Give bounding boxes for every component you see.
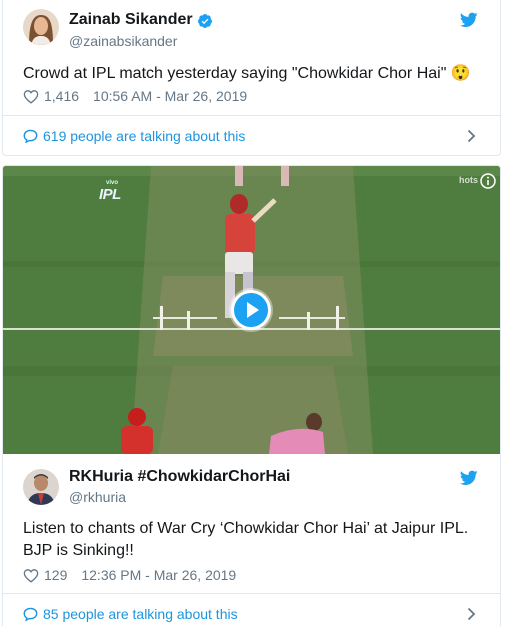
display-name[interactable]: RKHuria #ChowkidarChorHai [69,468,290,486]
user-handle[interactable]: @rkhuria [69,489,126,505]
tweet-meta: 1,416 10:56 AM - Mar 26, 2019 [23,88,247,104]
tweet-card-zainab[interactable]: Zainab Sikander @zainabsikander Crowd at… [2,0,501,156]
speech-bubble-icon [23,607,38,621]
play-icon [234,293,268,327]
avatar[interactable] [23,469,59,505]
info-icon[interactable] [480,173,496,189]
avatar[interactable] [23,9,59,45]
ipl-logo: vivo IPL [99,180,121,203]
heart-icon[interactable] [23,568,39,583]
play-button[interactable] [231,290,271,330]
verified-badge-icon [197,14,212,28]
divider [3,115,500,116]
talking-count[interactable]: 85 people are talking about this [43,606,238,622]
video-player[interactable]: vivo IPL hots [3,166,500,454]
divider [3,593,500,594]
talking-count[interactable]: 619 people are talking about this [43,128,245,144]
user-handle[interactable]: @zainabsikander [69,33,177,49]
tweet-timestamp[interactable]: 12:36 PM - Mar 26, 2019 [81,567,236,583]
twitter-bird-icon[interactable] [460,12,478,28]
display-name[interactable]: Zainab Sikander [69,11,193,29]
chevron-right-icon[interactable] [467,607,476,621]
broadcaster-watermark: hots [459,175,478,185]
chevron-right-icon[interactable] [467,129,476,143]
speech-bubble-icon [23,129,38,143]
tweet-text: Listen to chants of War Cry ‘Chowkidar C… [23,520,469,559]
heart-icon[interactable] [23,89,39,104]
tweet-text: Crowd at IPL match yesterday saying "Cho… [23,65,471,82]
tweet-card-rkhuria[interactable]: vivo IPL hots RKHuria #ChowkidarChorHai … [2,165,501,626]
like-count[interactable]: 1,416 [44,88,79,104]
twitter-bird-icon[interactable] [460,470,478,486]
conversation-link[interactable]: 85 people are talking about this [23,604,480,624]
tweet-timestamp[interactable]: 10:56 AM - Mar 26, 2019 [93,88,247,104]
tweet-meta: 129 12:36 PM - Mar 26, 2019 [23,567,236,583]
like-count[interactable]: 129 [44,567,67,583]
conversation-link[interactable]: 619 people are talking about this [23,126,480,146]
